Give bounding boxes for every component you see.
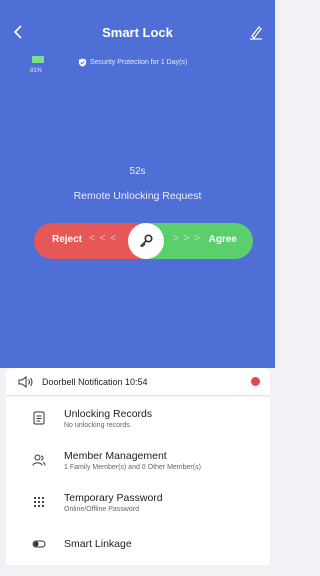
unlocking-records-item[interactable]: Unlocking Records No unlocking records. bbox=[6, 397, 270, 439]
menu-label: Smart Linkage bbox=[64, 538, 132, 550]
countdown-timer: 52s bbox=[129, 166, 146, 177]
reject-label: Reject bbox=[52, 234, 83, 245]
menu-label: Unlocking Records bbox=[64, 407, 153, 420]
key-icon bbox=[139, 234, 153, 248]
speaker-icon bbox=[18, 375, 33, 388]
slider-handle[interactable] bbox=[128, 223, 164, 259]
top-bar: Smart Lock bbox=[0, 22, 275, 46]
lock-panel: Smart Lock 81% Security Protection for 1… bbox=[0, 0, 275, 368]
menu-sub: 1 Family Member(s) and 0 Other Member(s) bbox=[64, 463, 201, 471]
page-title: Smart Lock bbox=[102, 25, 173, 40]
battery-status: 81% bbox=[30, 56, 52, 82]
shield-icon bbox=[78, 58, 87, 67]
members-icon bbox=[32, 454, 46, 466]
toggle-icon bbox=[32, 540, 46, 548]
edit-button[interactable] bbox=[249, 24, 265, 42]
battery-icon bbox=[32, 56, 44, 63]
records-icon bbox=[33, 411, 45, 425]
function-menu: Unlocking Records No unlocking records. … bbox=[6, 397, 270, 565]
notification-badge bbox=[251, 377, 260, 386]
temporary-password-item[interactable]: Temporary Password Online/Offline Passwo… bbox=[6, 481, 270, 523]
reject-arrows: < < < bbox=[89, 233, 118, 244]
agree-label: Agree bbox=[208, 234, 237, 245]
doorbell-notification[interactable]: Doorbell Notification 10:54 bbox=[6, 368, 270, 396]
security-status: Security Protection for 1 Day(s) bbox=[78, 58, 187, 67]
member-management-item[interactable]: Member Management 1 Family Member(s) and… bbox=[6, 439, 270, 481]
keypad-icon bbox=[33, 496, 45, 508]
menu-label: Temporary Password bbox=[64, 491, 163, 504]
menu-label: Member Management bbox=[64, 449, 167, 462]
battery-level: 81% bbox=[30, 68, 43, 74]
unlock-slider[interactable]: Reject < < < > > > Agree bbox=[34, 223, 253, 259]
menu-sub: Online/Offline Password bbox=[64, 505, 139, 513]
security-text: Security Protection for 1 Day(s) bbox=[90, 59, 188, 66]
smart-linkage-item[interactable]: Smart Linkage bbox=[6, 523, 270, 565]
menu-sub: No unlocking records. bbox=[64, 421, 132, 429]
notification-text: Doorbell Notification 10:54 bbox=[42, 376, 148, 387]
agree-arrows: > > > bbox=[172, 233, 201, 244]
request-title: Remote Unlocking Request bbox=[73, 190, 202, 202]
edit-icon bbox=[250, 26, 262, 40]
